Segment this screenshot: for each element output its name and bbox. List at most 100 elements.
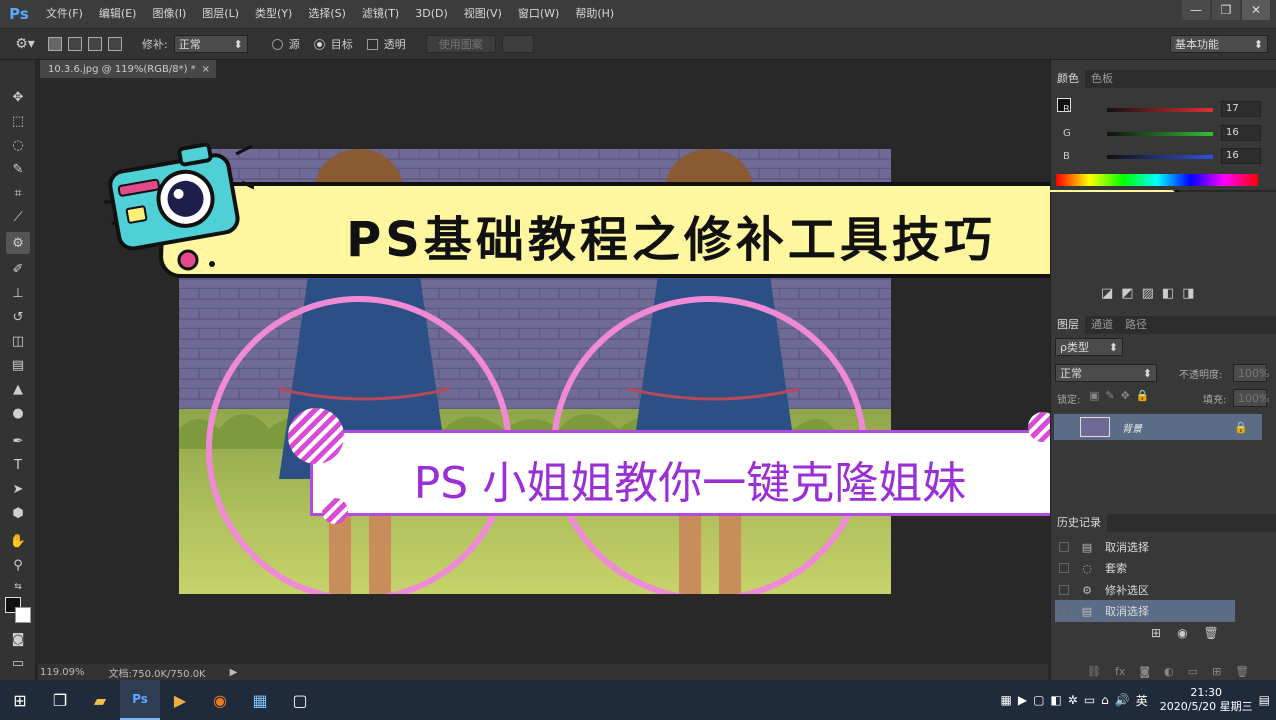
posterize-icon[interactable]: ◪	[1101, 286, 1113, 301]
trash-icon[interactable]: 🗑	[1204, 626, 1219, 640]
network-icon[interactable]: ⌂	[1101, 693, 1109, 707]
menu-window[interactable]: 窗口(W)	[510, 0, 567, 28]
fx-icon[interactable]: fx	[1115, 665, 1125, 678]
history-item[interactable]: ▤ 取消选择	[1055, 536, 1235, 558]
color-swatches[interactable]	[5, 597, 33, 625]
workspace-select[interactable]: 基本功能 ⬍	[1170, 35, 1268, 53]
tray-app-icon[interactable]: ▢	[1033, 693, 1044, 707]
tab-channels[interactable]: 通道	[1085, 316, 1119, 334]
blend-mode-select[interactable]: 正常 ⬍	[1055, 364, 1157, 382]
zoom-tool-icon[interactable]: ⚲	[6, 554, 30, 576]
tray-app-icon[interactable]: ▶	[1018, 693, 1027, 707]
history-snapshot-check[interactable]	[1059, 606, 1069, 616]
gradient-tool-icon[interactable]: ▤	[6, 354, 30, 376]
subtract-selection-icon[interactable]	[88, 37, 102, 51]
photoshop-taskbar-icon[interactable]: Ps	[120, 680, 160, 720]
media-player-icon[interactable]: ▶	[160, 680, 200, 720]
lasso-tool-icon[interactable]: ◌	[6, 134, 30, 156]
eraser-tool-icon[interactable]: ◫	[6, 330, 30, 352]
hand-tool-icon[interactable]: ✋	[6, 530, 30, 552]
history-item-selected[interactable]: ▤ 取消选择	[1055, 600, 1235, 622]
blue-value[interactable]: 16	[1221, 148, 1261, 164]
green-track[interactable]	[1107, 132, 1213, 136]
menu-3d[interactable]: 3D(D)	[407, 0, 456, 28]
path-select-tool-icon[interactable]: ➤	[6, 478, 30, 500]
use-pattern-button[interactable]: 使用图案	[425, 35, 496, 53]
new-selection-icon[interactable]	[48, 37, 62, 51]
task-view-icon[interactable]: ❐	[40, 680, 80, 720]
lock-icons[interactable]: ▣✎✥🔒	[1089, 389, 1156, 402]
notifications-icon[interactable]: ▤	[1259, 693, 1270, 707]
move-tool-icon[interactable]: ✥	[6, 86, 30, 108]
transparent-checkbox[interactable]	[366, 38, 378, 50]
snapshot-icon[interactable]: ◉	[1177, 626, 1187, 640]
invert-icon[interactable]: ◨	[1182, 286, 1194, 301]
menu-image[interactable]: 图像(I)	[144, 0, 194, 28]
red-track[interactable]	[1107, 108, 1213, 112]
battery-icon[interactable]: ▭	[1084, 693, 1095, 707]
clock[interactable]: 21:30 2020/5/20 星期三	[1160, 686, 1253, 714]
adjustment-layer-icon[interactable]: ◐	[1164, 665, 1174, 678]
windows-start-icon[interactable]: ⊞	[0, 680, 40, 720]
volume-icon[interactable]: 🔊	[1115, 693, 1130, 707]
fill-field[interactable]: 100%	[1233, 389, 1269, 407]
gradient-map-icon[interactable]: ▨	[1142, 286, 1154, 301]
layer-row-background[interactable]: 背景 🔒	[1054, 414, 1262, 440]
file-explorer-icon[interactable]: ▰	[80, 680, 120, 720]
close-tab-icon[interactable]: ×	[202, 64, 210, 75]
type-tool-icon[interactable]: T	[6, 454, 30, 476]
green-slider[interactable]: G 16	[1057, 125, 1271, 148]
browser-icon[interactable]: ◉	[200, 680, 240, 720]
link-icon[interactable]: ⛓	[1087, 665, 1101, 678]
quick-mask-icon[interactable]: ◙	[6, 628, 30, 650]
target-radio[interactable]	[313, 38, 325, 50]
tab-paths[interactable]: 路径	[1119, 316, 1153, 334]
menu-edit[interactable]: 编辑(E)	[91, 0, 145, 28]
history-item[interactable]: ⚙ 修补选区	[1055, 579, 1235, 601]
new-layer-icon[interactable]: ⊞	[1212, 665, 1221, 678]
folder-icon[interactable]: ▭	[1188, 665, 1198, 678]
tab-swatches[interactable]: 色板	[1085, 70, 1119, 88]
layer-kind-filter[interactable]: ρ类型 ⬍	[1055, 338, 1123, 356]
opacity-field[interactable]: 100%	[1233, 364, 1269, 382]
new-document-icon[interactable]: ⊞	[1151, 626, 1161, 640]
blue-track[interactable]	[1107, 155, 1213, 159]
red-value[interactable]: 17	[1221, 101, 1261, 117]
blur-tool-icon[interactable]: ▲	[6, 378, 30, 400]
threshold-icon[interactable]: ◩	[1121, 286, 1133, 301]
crop-tool-icon[interactable]: ⌗	[6, 182, 30, 204]
patch-mode-select[interactable]: 正常 ⬍	[173, 35, 248, 53]
tray-app-icon[interactable]: ✲	[1068, 693, 1078, 707]
pattern-picker[interactable]	[501, 35, 534, 53]
menu-select[interactable]: 选择(S)	[300, 0, 354, 28]
swap-colors-icon[interactable]: ⇆	[6, 576, 30, 598]
screen-mode-icon[interactable]: ▭	[6, 652, 30, 674]
tray-app-icon[interactable]: ◧	[1050, 693, 1061, 707]
quick-select-tool-icon[interactable]: ✎	[6, 158, 30, 180]
menu-filter[interactable]: 滤镜(T)	[354, 0, 407, 28]
eyedropper-tool-icon[interactable]: ⟋	[6, 206, 30, 228]
brush-tool-icon[interactable]: ✐	[6, 258, 30, 280]
status-menu-arrow-icon[interactable]: ▶	[230, 667, 238, 678]
menu-file[interactable]: 文件(F)	[38, 0, 91, 28]
history-brush-tool-icon[interactable]: ↺	[6, 306, 30, 328]
pen-tool-icon[interactable]: ✒	[6, 430, 30, 452]
intersect-selection-icon[interactable]	[108, 37, 122, 51]
patch-tool-icon[interactable]: ⚙	[6, 232, 30, 254]
color-spectrum[interactable]	[1056, 174, 1258, 186]
layer-name[interactable]: 背景	[1122, 420, 1142, 435]
screen-recorder-icon[interactable]: ▢	[280, 680, 320, 720]
tray-app-icon[interactable]: ▦	[1000, 693, 1011, 707]
history-snapshot-check[interactable]	[1059, 585, 1069, 595]
document-tab[interactable]: 10.3.6.jpg @ 119%(RGB/8*) * ×	[40, 60, 216, 78]
delete-icon[interactable]: 🗑	[1235, 665, 1249, 678]
tab-color[interactable]: 颜色	[1051, 70, 1085, 88]
marquee-tool-icon[interactable]: ⬚	[6, 110, 30, 132]
patch-tool-preset-icon[interactable]: ⚙▾	[8, 33, 42, 55]
history-snapshot-check[interactable]	[1059, 542, 1069, 552]
restore-button[interactable]: ❐	[1212, 0, 1240, 20]
add-selection-icon[interactable]	[68, 37, 82, 51]
selective-color-icon[interactable]: ◧	[1162, 286, 1174, 301]
close-button[interactable]: ✕	[1242, 0, 1270, 20]
history-item[interactable]: ◌ 套索	[1055, 557, 1235, 579]
